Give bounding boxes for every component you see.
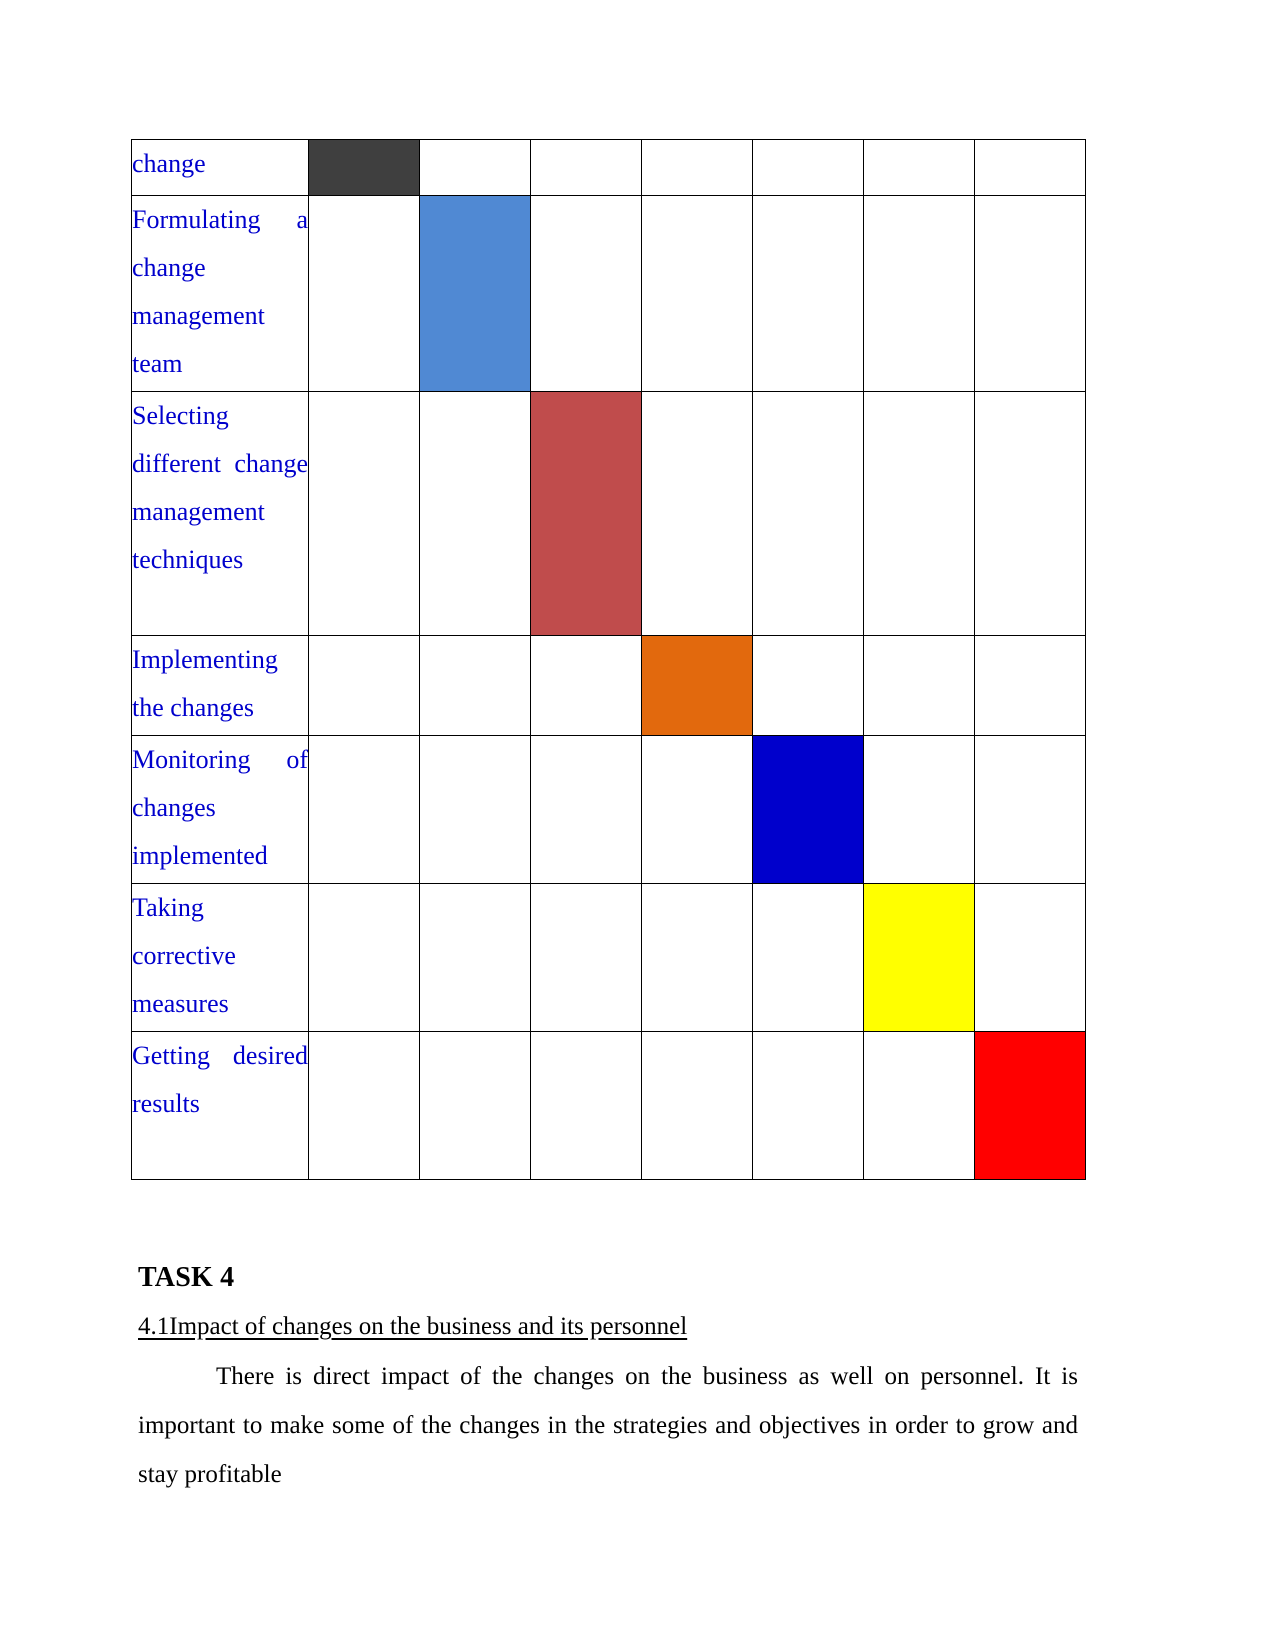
gantt-empty-cell [863, 735, 975, 884]
gantt-empty-cell [419, 883, 531, 1032]
table-row: change [131, 139, 1086, 196]
gantt-empty-cell [530, 635, 642, 736]
gantt-bar-yellow [863, 883, 975, 1032]
gantt-empty-cell [641, 391, 753, 636]
task-label-cell: Formulating a change management team [131, 195, 309, 392]
task-label-text: Implementing the changes [132, 645, 278, 722]
gantt-empty-cell [308, 635, 420, 736]
gantt-bar-dark-blue [752, 735, 864, 884]
gantt-empty-cell [863, 1031, 975, 1180]
gantt-empty-cell [530, 139, 642, 196]
page-title: TASK 4 [138, 1262, 235, 1293]
table-row: Implementing the changes [131, 635, 1086, 736]
gantt-empty-cell [530, 735, 642, 884]
gantt-empty-cell [641, 139, 753, 196]
table-row: Monitoring of changes implemented [131, 735, 1086, 884]
body-paragraph: There is direct impact of the changes on… [138, 1363, 1078, 1488]
task-label-cell: Getting desired results [131, 1031, 309, 1180]
gantt-empty-cell [641, 195, 753, 392]
gantt-empty-cell [530, 883, 642, 1032]
gantt-empty-cell [974, 391, 1086, 636]
gantt-bar-brick-red [530, 391, 642, 636]
task-label-text: change [132, 149, 206, 178]
gantt-empty-cell [419, 1031, 531, 1180]
task-label-text: Getting desired results [132, 1041, 308, 1118]
gantt-table: change Formulating a change management te… [131, 139, 1086, 1180]
gantt-empty-cell [308, 883, 420, 1032]
section-subheading: 4.1Impact of changes on the business and… [138, 1313, 688, 1340]
gantt-empty-cell [752, 195, 864, 392]
gantt-empty-cell [641, 735, 753, 884]
gantt-bar-dark-gray [308, 139, 420, 196]
gantt-empty-cell [974, 735, 1086, 884]
task-label-text: Formulating a change management team [132, 205, 308, 378]
task-label-cell: Monitoring of changes implemented [131, 735, 309, 884]
table-row: Getting desired results [131, 1031, 1086, 1180]
gantt-empty-cell [863, 635, 975, 736]
gantt-empty-cell [863, 195, 975, 392]
gantt-chart-table: change Formulating a change management te… [131, 139, 1086, 1180]
gantt-empty-cell [419, 391, 531, 636]
gantt-empty-cell [419, 735, 531, 884]
gantt-empty-cell [641, 1031, 753, 1180]
gantt-empty-cell [530, 195, 642, 392]
table-row: Selecting different change management te… [131, 391, 1086, 636]
gantt-empty-cell [752, 139, 864, 196]
gantt-empty-cell [752, 883, 864, 1032]
gantt-empty-cell [308, 391, 420, 636]
task-label-cell: Taking corrective measures [131, 883, 309, 1032]
gantt-empty-cell [419, 139, 531, 196]
task-label-text: Monitoring of changes implemented [132, 745, 308, 870]
document-page: change Formulating a change management te… [0, 0, 1275, 1650]
task-label-cell: Implementing the changes [131, 635, 309, 736]
gantt-empty-cell [752, 1031, 864, 1180]
table-row: Taking corrective measures [131, 883, 1086, 1032]
gantt-empty-cell [863, 391, 975, 636]
gantt-empty-cell [419, 635, 531, 736]
task-label-cell: Selecting different change management te… [131, 391, 309, 636]
gantt-empty-cell [530, 1031, 642, 1180]
gantt-bar-red [974, 1031, 1086, 1180]
gantt-empty-cell [641, 883, 753, 1032]
task-label-text: Selecting different change management te… [132, 401, 308, 574]
gantt-empty-cell [974, 883, 1086, 1032]
task-label-text: Taking corrective measures [132, 893, 236, 1018]
gantt-bar-light-blue [419, 195, 531, 392]
gantt-empty-cell [974, 139, 1086, 196]
gantt-empty-cell [752, 391, 864, 636]
gantt-empty-cell [308, 735, 420, 884]
gantt-empty-cell [863, 139, 975, 196]
gantt-empty-cell [974, 635, 1086, 736]
gantt-empty-cell [974, 195, 1086, 392]
table-row: Formulating a change management team [131, 195, 1086, 392]
gantt-bar-orange [641, 635, 753, 736]
task-label-cell: change [131, 139, 309, 196]
gantt-empty-cell [752, 635, 864, 736]
gantt-empty-cell [308, 195, 420, 392]
gantt-empty-cell [308, 1031, 420, 1180]
